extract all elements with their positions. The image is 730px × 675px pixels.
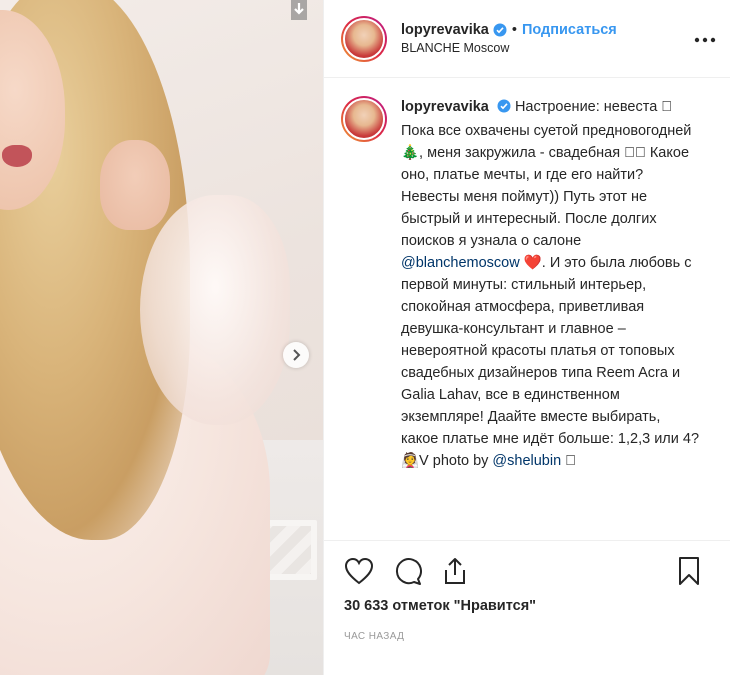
- location-link[interactable]: BLANCHE Moscow: [401, 41, 617, 57]
- header-username[interactable]: lopyrevavika: [401, 21, 489, 39]
- likes-count[interactable]: 30 633 отметок "Нравится": [344, 598, 536, 614]
- post-header: lopyrevavika • Подписаться BLANCHE Mosco…: [324, 0, 730, 78]
- post-photo[interactable]: [0, 0, 323, 675]
- caption-body-1: Настроение: невеста 🏻 Пока все охвачены …: [401, 99, 692, 249]
- next-arrow-icon: [293, 349, 301, 361]
- verified-badge-icon: [493, 23, 507, 37]
- photo-hand: [100, 140, 170, 230]
- comment-icon[interactable]: [390, 554, 424, 588]
- heart-icon[interactable]: [342, 554, 376, 588]
- post-details-panel: lopyrevavika • Подписаться BLANCHE Mosco…: [323, 0, 730, 675]
- caption-avatar[interactable]: [341, 96, 387, 142]
- more-options-icon[interactable]: [694, 30, 716, 48]
- caption-mention-2[interactable]: @shelubin: [492, 453, 561, 469]
- caption-mention[interactable]: @blanchemoscow: [401, 255, 520, 271]
- header-separator: •: [511, 21, 517, 38]
- bookmark-icon[interactable]: [672, 554, 706, 588]
- download-icon[interactable]: [286, 0, 312, 20]
- caption: lopyrevavika Настроение: невеста 🏻 Пока …: [341, 96, 720, 472]
- post-timestamp[interactable]: ЧАС НАЗАД: [344, 631, 404, 642]
- caption-username[interactable]: lopyrevavika: [401, 99, 489, 115]
- share-icon[interactable]: [438, 554, 472, 588]
- verified-badge-icon: [497, 98, 511, 120]
- follow-button[interactable]: Подписаться: [522, 21, 617, 39]
- photo-lips: [2, 145, 32, 167]
- caption-text: lopyrevavika Настроение: невеста 🏻 Пока …: [401, 96, 701, 472]
- next-photo-button[interactable]: [283, 342, 309, 368]
- caption-body-2: ❤️. И это была любовь с первой минуты: с…: [401, 255, 700, 469]
- photo-sleeve: [140, 195, 290, 425]
- action-bar: [324, 540, 730, 600]
- avatar[interactable]: [341, 15, 387, 62]
- comments-area: lopyrevavika Настроение: невеста 🏻 Пока …: [341, 96, 720, 537]
